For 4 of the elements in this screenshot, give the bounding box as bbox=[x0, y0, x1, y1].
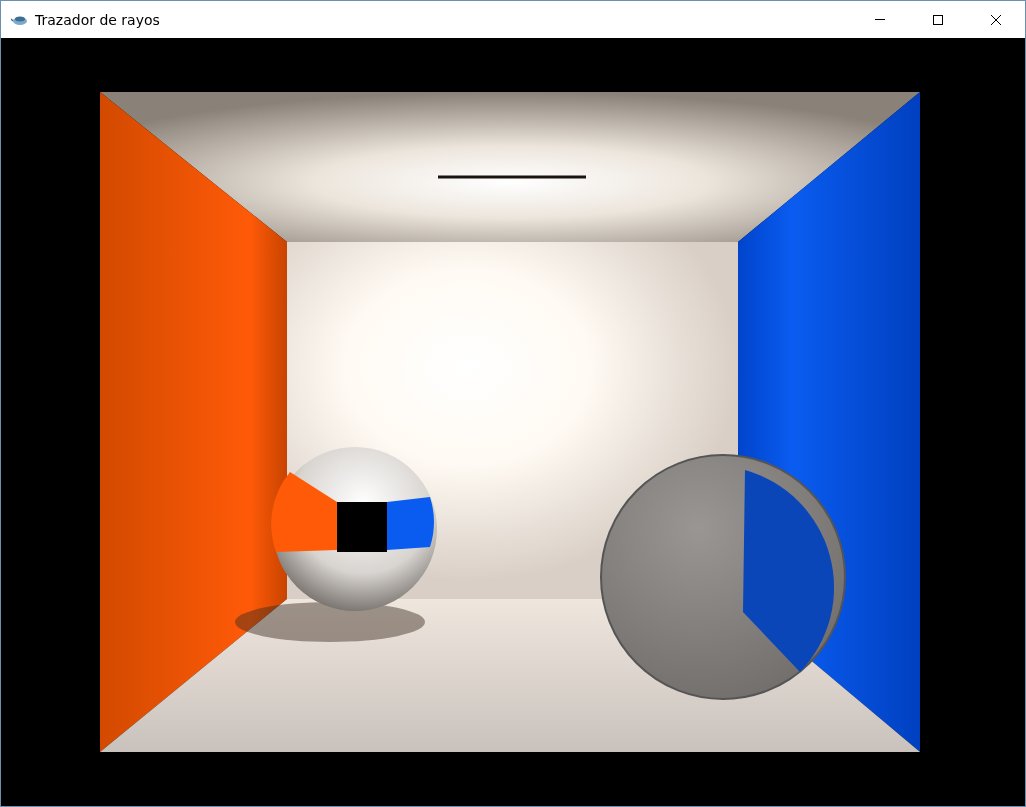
close-icon bbox=[990, 13, 1002, 26]
minimize-icon bbox=[875, 19, 885, 20]
window-title: Trazador de rayos bbox=[35, 11, 160, 28]
maximize-icon bbox=[932, 13, 944, 26]
